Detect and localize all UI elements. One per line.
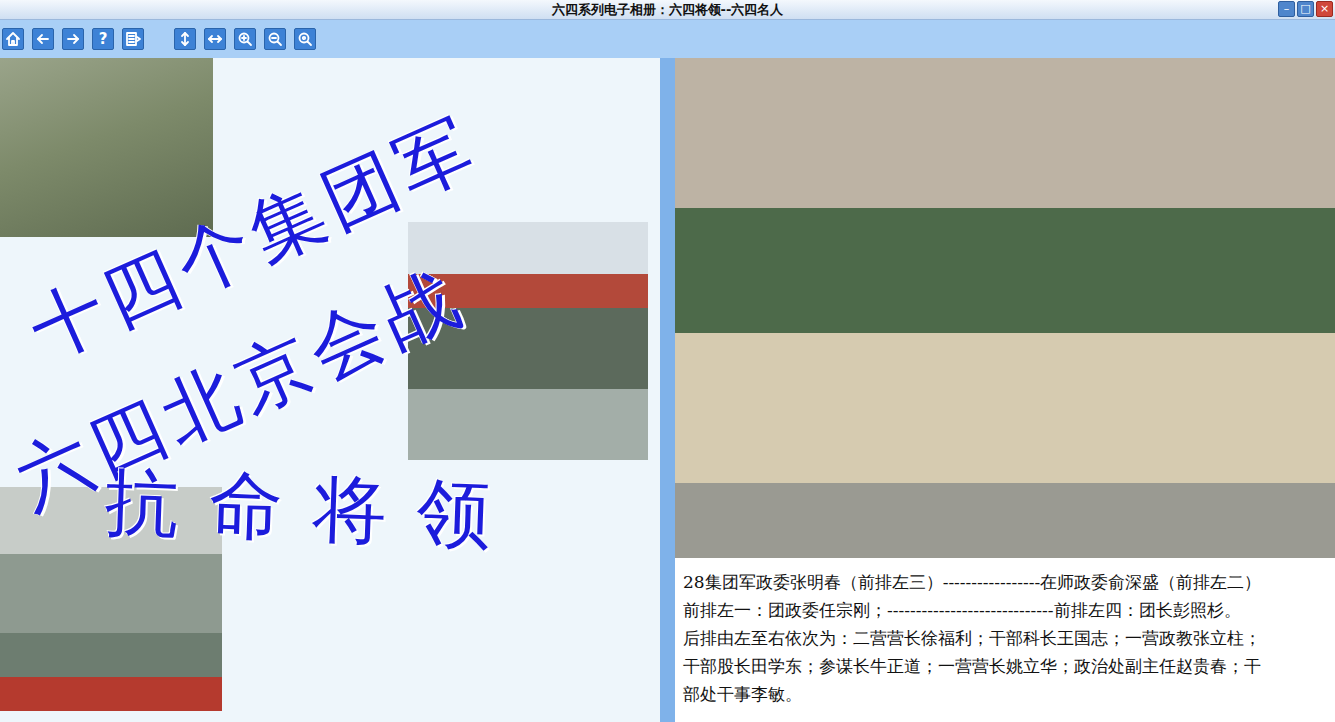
album-window: 六四系列电子相册：六四将领--六四名人 –□× ? 十四个集团军六四北京会战抗命… xyxy=(0,0,1335,722)
zoom-in-icon xyxy=(237,31,253,47)
fit-height-button[interactable] xyxy=(174,28,196,50)
forward-button[interactable] xyxy=(62,28,84,50)
home-button[interactable] xyxy=(2,28,24,50)
window-controls: –□× xyxy=(1278,1,1333,17)
caption-line: 28集团军政委张明春（前排左三）-----------------在师政委俞深盛… xyxy=(683,568,1331,596)
maximize-button[interactable]: □ xyxy=(1297,1,1314,17)
help-label: ? xyxy=(99,32,108,47)
home-icon xyxy=(5,31,21,47)
window-title: 六四系列电子相册：六四将领--六四名人 xyxy=(552,0,784,19)
list-button[interactable] xyxy=(122,28,144,50)
fit-height-icon xyxy=(177,31,193,47)
zoom-reset-icon xyxy=(297,31,313,47)
fit-width-icon xyxy=(207,31,223,47)
zoom-out-button[interactable] xyxy=(264,28,286,50)
fit-width-button[interactable] xyxy=(204,28,226,50)
back-icon xyxy=(35,31,51,47)
zoom-reset-button[interactable] xyxy=(294,28,316,50)
toolbar: ? xyxy=(0,20,1335,58)
minimize-button[interactable]: – xyxy=(1278,1,1295,17)
zoom-in-button[interactable] xyxy=(234,28,256,50)
caption-line: 干部股长田学东；参谋长牛正道；一营营长姚立华；政治处副主任赵贵春；干 xyxy=(683,652,1331,680)
content-area: 十四个集团军六四北京会战抗命将领 28集团军政委张明春（前排左三）-------… xyxy=(0,58,1335,722)
photo-caption: 28集团军政委张明春（前排左三）-----------------在师政委俞深盛… xyxy=(675,558,1335,708)
back-button[interactable] xyxy=(32,28,54,50)
caption-line: 部处干事李敏。 xyxy=(683,680,1331,708)
zoom-out-icon xyxy=(267,31,283,47)
divider xyxy=(660,58,675,722)
close-button[interactable]: × xyxy=(1316,1,1333,17)
officers-group-photo xyxy=(675,58,1335,558)
album-page: 28集团军政委张明春（前排左三）-----------------在师政委俞深盛… xyxy=(675,58,1335,722)
list-icon xyxy=(125,31,141,47)
tanks-square-photo xyxy=(0,58,213,237)
forward-icon xyxy=(65,31,81,47)
help-button[interactable]: ? xyxy=(92,28,114,50)
caption-line: 后排由左至右依次为：二营营长徐福利；干部科长王国志；一营政教张立柱； xyxy=(683,624,1331,652)
cover-collage: 十四个集团军六四北京会战抗命将领 xyxy=(0,58,660,722)
title-bar: 六四系列电子相册：六四将领--六四名人 –□× xyxy=(0,0,1335,20)
caption-line: 前排左一：团政委任宗刚；----------------------------… xyxy=(683,596,1331,624)
cover-headline: 抗命将领 xyxy=(104,461,523,557)
